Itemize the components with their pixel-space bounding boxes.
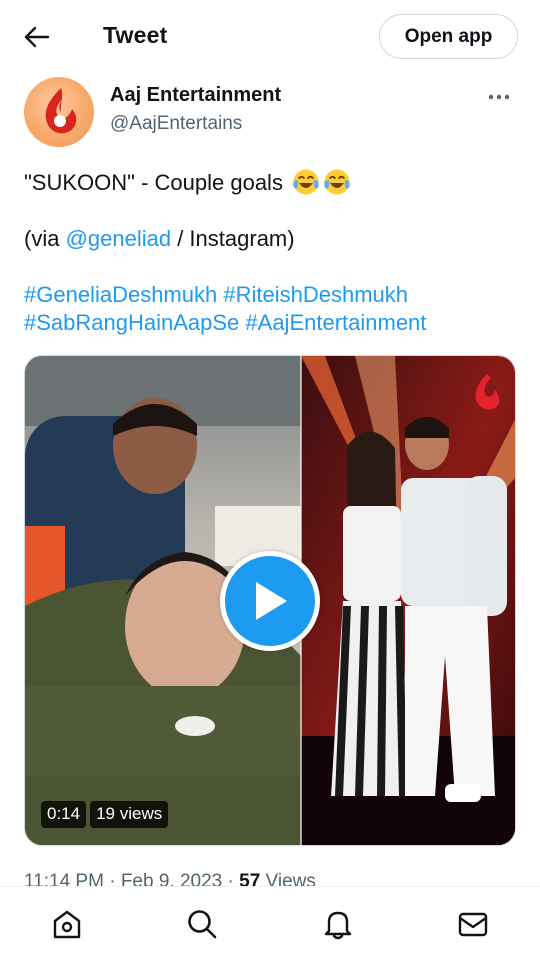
tab-home[interactable] [49,906,85,942]
video-duration: 0:14 [41,801,87,828]
via-suffix: / Instagram) [171,226,295,251]
home-icon [53,910,81,939]
tweet-line-via: (via @geneliad / Instagram) [24,225,518,253]
video-player[interactable]: 0:14 19 views [24,355,516,846]
messages-icon [458,912,488,937]
tab-messages[interactable] [455,906,491,942]
tweet-body: "SUKOON" - Couple goals (via @geneliad /… [24,168,518,337]
more-horizontal-icon [488,94,510,100]
video-badges: 0:14 19 views [41,801,169,828]
face-with-tears-of-joy-icon [324,169,350,195]
avatar[interactable] [24,77,94,147]
tweet-line-1: "SUKOON" - Couple goals [24,168,518,197]
hashtag-link[interactable]: #RiteishDeshmukh [223,282,408,307]
hashtag-link[interactable]: #SabRangHainAapSe [24,310,239,335]
more-options-button[interactable] [484,85,514,109]
tab-notifications[interactable] [320,906,356,942]
page-title: Tweet [103,22,168,48]
video-views: 19 views [90,801,169,828]
via-prefix: (via [24,226,66,251]
tweet-text-main: "SUKOON" - Couple goals [24,170,283,195]
tab-search[interactable] [184,906,220,942]
hashtag-link[interactable]: #AajEntertainment [245,310,426,335]
play-icon [256,582,287,620]
top-bar: Tweet Open app [0,0,540,74]
notifications-icon [324,911,352,940]
open-app-button[interactable]: Open app [379,14,518,59]
face-with-tears-of-joy-icon [293,169,319,195]
play-button[interactable] [220,551,320,651]
author-handle[interactable]: @AajEntertains [110,113,242,135]
hashtag-link[interactable]: #GeneliaDeshmukh [24,282,217,307]
back-button[interactable] [22,22,52,52]
tweet-author: Aaj Entertainment @AajEntertains [24,77,516,149]
author-name[interactable]: Aaj Entertainment [110,84,281,107]
arrow-left-icon [24,26,50,48]
hashtags-line-1: #GeneliaDeshmukh #RiteishDeshmukh [24,281,518,309]
mention-link[interactable]: @geneliad [66,226,172,251]
hashtags-line-2: #SabRangHainAapSe #AajEntertainment [24,309,518,337]
aaj-logo-icon [45,88,77,134]
search-icon [188,910,217,939]
bottom-nav [0,886,540,960]
